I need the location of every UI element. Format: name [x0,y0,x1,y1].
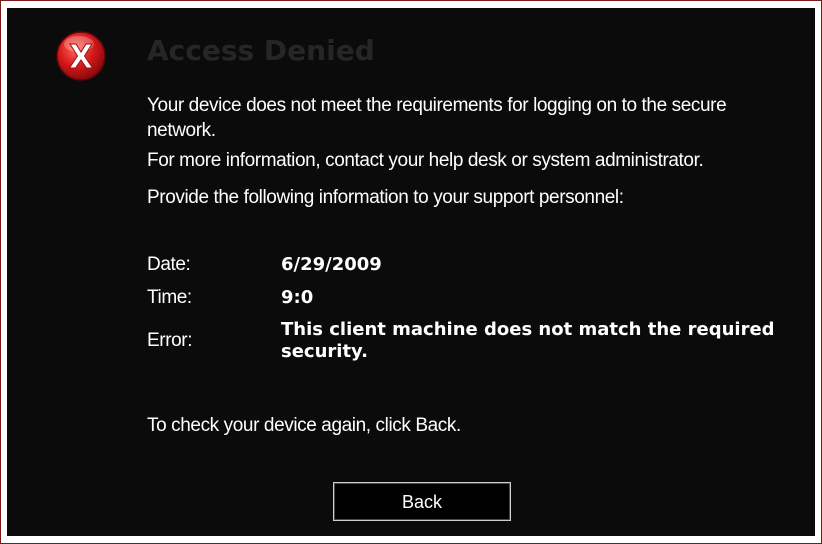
error-label: Error: [147,330,193,351]
access-denied-dialog: Access Denied Your device does not meet … [7,8,815,536]
back-button[interactable]: Back [333,482,511,521]
contact-message: For more information, contact your help … [147,150,704,171]
requirements-message: Your device does not meet the requiremen… [147,95,727,141]
error-icon [56,31,106,81]
error-value: This client machine does not match the r… [281,319,775,362]
outer-frame: Access Denied Your device does not meet … [0,0,822,544]
date-label: Date: [147,254,191,275]
time-label: Time: [147,287,192,308]
date-value: 6/29/2009 [281,254,382,275]
dialog-title: Access Denied [147,34,375,67]
provide-info-message: Provide the following information to you… [147,187,624,208]
back-hint-message: To check your device again, click Back. [147,415,461,436]
time-value: 9:0 [281,287,314,308]
